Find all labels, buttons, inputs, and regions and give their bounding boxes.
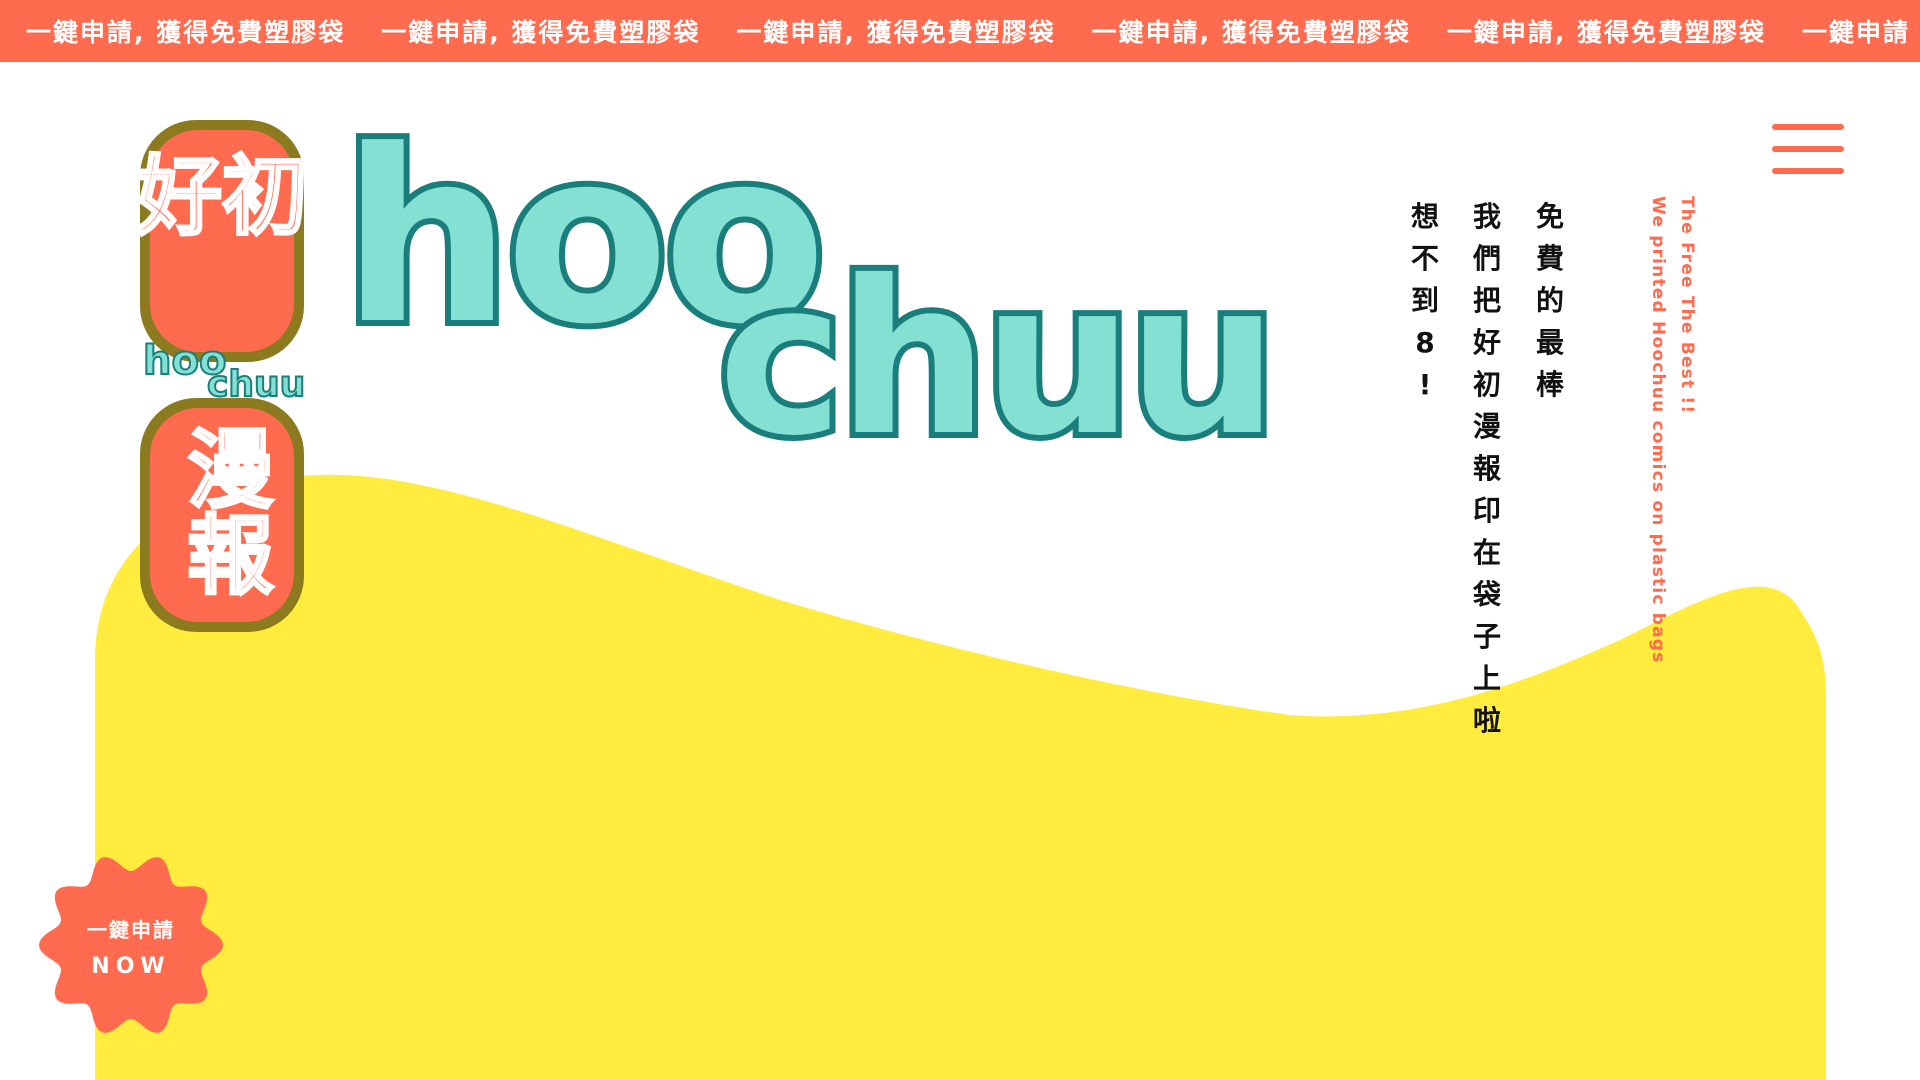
starburst-shape — [39, 857, 223, 1033]
small-logo-chuu: chuu — [207, 364, 305, 405]
tagline-char: 漫 — [1473, 410, 1502, 443]
tagline-char: 棒 — [1536, 368, 1565, 401]
english-tagline-2: We printed Hoochuu comics on plastic bag… — [1648, 196, 1668, 664]
tagline-char: 免 — [1536, 200, 1565, 233]
menu-bar-middle — [1772, 146, 1844, 152]
tagline-char: 在 — [1473, 536, 1502, 569]
menu-bar-top — [1772, 124, 1844, 130]
tagline-char: 初 — [1473, 368, 1502, 401]
apply-now-button[interactable]: 一鍵申請 NOW — [36, 850, 226, 1040]
tagline-char: 的 — [1536, 284, 1565, 317]
wordmark-chuu: chuu — [718, 235, 1272, 482]
english-tagline-1: The Free The Best !! — [1677, 196, 1697, 415]
tagline-char: ! — [1418, 368, 1432, 401]
tagline-char: 最 — [1536, 326, 1565, 359]
chinese-logo-bottom-text: 漫報 — [171, 423, 274, 598]
tagline-char: 好 — [1473, 326, 1502, 359]
tagline-char: 報 — [1473, 452, 1502, 485]
now-button-label: NOW — [91, 954, 171, 979]
tagline-char: 們 — [1473, 242, 1502, 275]
tagline-char: 8 — [1415, 326, 1435, 359]
tagline-char: 上 — [1473, 662, 1502, 695]
tagline-column-2: 我們把好初漫報印在袋子上啦 — [1473, 196, 1501, 742]
tagline-column-1: 免費的最棒 — [1536, 196, 1564, 406]
apply-button-label: 一鍵申請 — [87, 918, 175, 942]
tagline-char: 子 — [1473, 620, 1502, 653]
hoochuu-wordmark: hoo chuu — [336, 94, 1284, 488]
tagline-char: 把 — [1473, 284, 1502, 317]
tagline-char: 我 — [1473, 200, 1502, 233]
chinese-logo-char-1: 好初 — [135, 147, 308, 247]
tagline-char: 到 — [1411, 284, 1440, 317]
tagline-char: 袋 — [1473, 578, 1502, 611]
tagline-column-3: 想不到 8! — [1411, 196, 1439, 406]
tagline-char: 費 — [1536, 242, 1565, 275]
starburst-path — [39, 857, 223, 1033]
tagline-char: 不 — [1411, 242, 1440, 275]
tagline-char: 想 — [1411, 200, 1440, 233]
menu-bar-bottom — [1772, 168, 1844, 174]
hamburger-menu-icon[interactable] — [1772, 124, 1844, 176]
tagline-char: 印 — [1473, 494, 1502, 527]
tagline-char: 啦 — [1473, 704, 1502, 737]
